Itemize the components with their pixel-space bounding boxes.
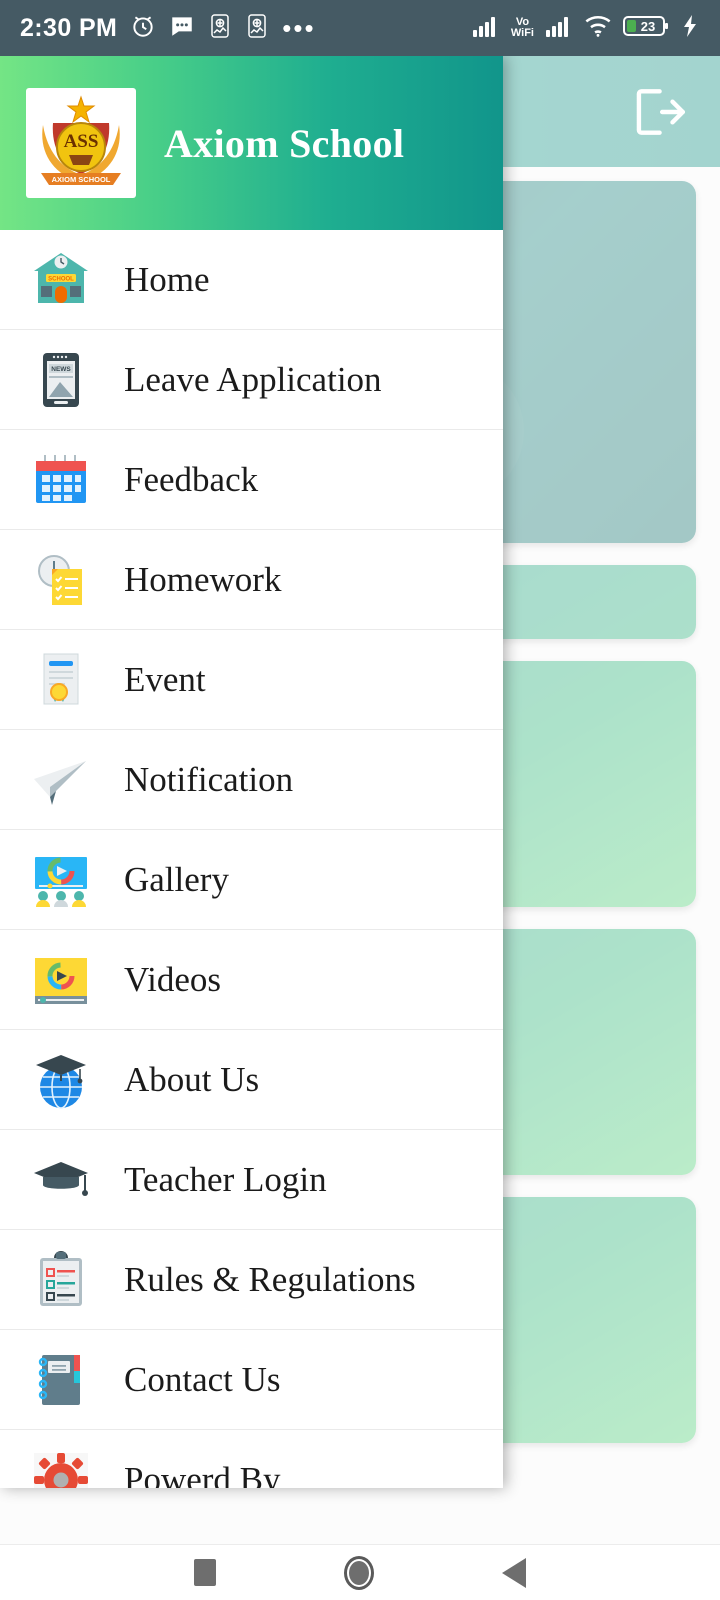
svg-text:NEWS: NEWS bbox=[51, 366, 71, 373]
svg-text:AXIOM SCHOOL: AXIOM SCHOOL bbox=[52, 175, 111, 184]
app-badge-icon bbox=[208, 13, 232, 44]
sidebar-item-label: Powerd By bbox=[124, 1459, 281, 1489]
tablet-news-icon: NEWS bbox=[28, 347, 94, 413]
sidebar-item-about-us[interactable]: About Us bbox=[0, 1030, 503, 1130]
back-triangle-icon[interactable] bbox=[502, 1557, 526, 1588]
sidebar-item-feedback[interactable]: Feedback bbox=[0, 430, 503, 530]
sidebar-item-label: Home bbox=[124, 259, 210, 299]
signal-icon bbox=[472, 14, 500, 43]
app-badge-icon bbox=[245, 13, 269, 44]
paper-plane-icon bbox=[28, 747, 94, 813]
message-icon bbox=[169, 13, 195, 44]
battery-icon: 23 bbox=[623, 14, 669, 43]
recents-square-icon[interactable] bbox=[194, 1559, 216, 1586]
sidebar-item-gallery[interactable]: Gallery bbox=[0, 830, 503, 930]
drawer-header: ASS AXIOM SCHOOL Axiom School bbox=[0, 56, 503, 230]
sidebar-item-homework[interactable]: Homework bbox=[0, 530, 503, 630]
battery-level-text: 23 bbox=[641, 19, 655, 34]
page-title: Axiom School bbox=[164, 120, 405, 166]
sidebar-item-rules-regulations[interactable]: Rules & Regulations bbox=[0, 1230, 503, 1330]
sidebar-item-notification[interactable]: Notification bbox=[0, 730, 503, 830]
globe-graduation-cap-icon bbox=[28, 1047, 94, 1113]
sidebar-item-home[interactable]: SCHOOL Home bbox=[0, 230, 503, 330]
alarm-icon bbox=[130, 13, 156, 44]
sidebar-item-contact-us[interactable]: Contact Us bbox=[0, 1330, 503, 1430]
android-nav-bar bbox=[0, 1544, 720, 1600]
drawer-menu: SCHOOL Home NEWS Leave Application Feedb… bbox=[0, 230, 503, 1488]
axiom-school-crest-logo: ASS AXIOM SCHOOL bbox=[26, 88, 136, 198]
status-bar: 2:30 PM ••• Vo WiFi 23 bbox=[0, 0, 720, 56]
sidebar-item-label: Videos bbox=[124, 959, 222, 999]
sidebar-item-label: Event bbox=[124, 659, 206, 699]
sidebar-item-label: Teacher Login bbox=[124, 1159, 327, 1199]
sidebar-item-label: Notification bbox=[124, 759, 294, 799]
sidebar-item-label: Contact Us bbox=[124, 1359, 281, 1399]
notebook-icon bbox=[28, 1347, 94, 1413]
certificate-award-icon bbox=[28, 647, 94, 713]
status-bar-left: 2:30 PM ••• bbox=[20, 13, 316, 44]
graduation-cap-icon bbox=[28, 1147, 94, 1213]
video-player-icon bbox=[28, 947, 94, 1013]
svg-text:SCHOOL: SCHOOL bbox=[48, 276, 74, 282]
status-bar-clock: 2:30 PM bbox=[20, 13, 118, 42]
status-bar-right: Vo WiFi 23 bbox=[472, 14, 700, 43]
clipboard-checklist-icon bbox=[28, 1247, 94, 1313]
charging-bolt-icon bbox=[680, 14, 700, 43]
sidebar-item-label: Leave Application bbox=[124, 359, 382, 399]
sidebar-item-videos[interactable]: Videos bbox=[0, 930, 503, 1030]
home-circle-icon[interactable] bbox=[344, 1555, 374, 1590]
clock-checklist-icon bbox=[28, 547, 94, 613]
school-building-icon: SCHOOL bbox=[28, 247, 94, 313]
vowifi-icon: Vo WiFi bbox=[510, 16, 534, 39]
overflow-dots-icon: ••• bbox=[282, 13, 316, 43]
sidebar-item-event[interactable]: Event bbox=[0, 630, 503, 730]
signal-icon bbox=[545, 14, 573, 43]
calendar-icon bbox=[28, 447, 94, 513]
wifi-icon bbox=[584, 14, 612, 43]
sidebar-item-label: About Us bbox=[124, 1059, 260, 1099]
sidebar-item-label: Gallery bbox=[124, 859, 229, 899]
sidebar-item-label: Homework bbox=[124, 559, 282, 599]
sidebar-item-leave-application[interactable]: NEWS Leave Application bbox=[0, 330, 503, 430]
navigation-drawer: ASS AXIOM SCHOOL Axiom School SCHOOL Hom… bbox=[0, 56, 503, 1488]
sidebar-item-teacher-login[interactable]: Teacher Login bbox=[0, 1130, 503, 1230]
sidebar-item-label: Feedback bbox=[124, 459, 259, 499]
red-gear-icon bbox=[28, 1447, 94, 1488]
presentation-screen-icon bbox=[28, 847, 94, 913]
sidebar-item-powerd-by[interactable]: Powerd By bbox=[0, 1430, 503, 1488]
svg-text:ASS: ASS bbox=[64, 131, 99, 152]
sidebar-item-label: Rules & Regulations bbox=[124, 1259, 416, 1299]
